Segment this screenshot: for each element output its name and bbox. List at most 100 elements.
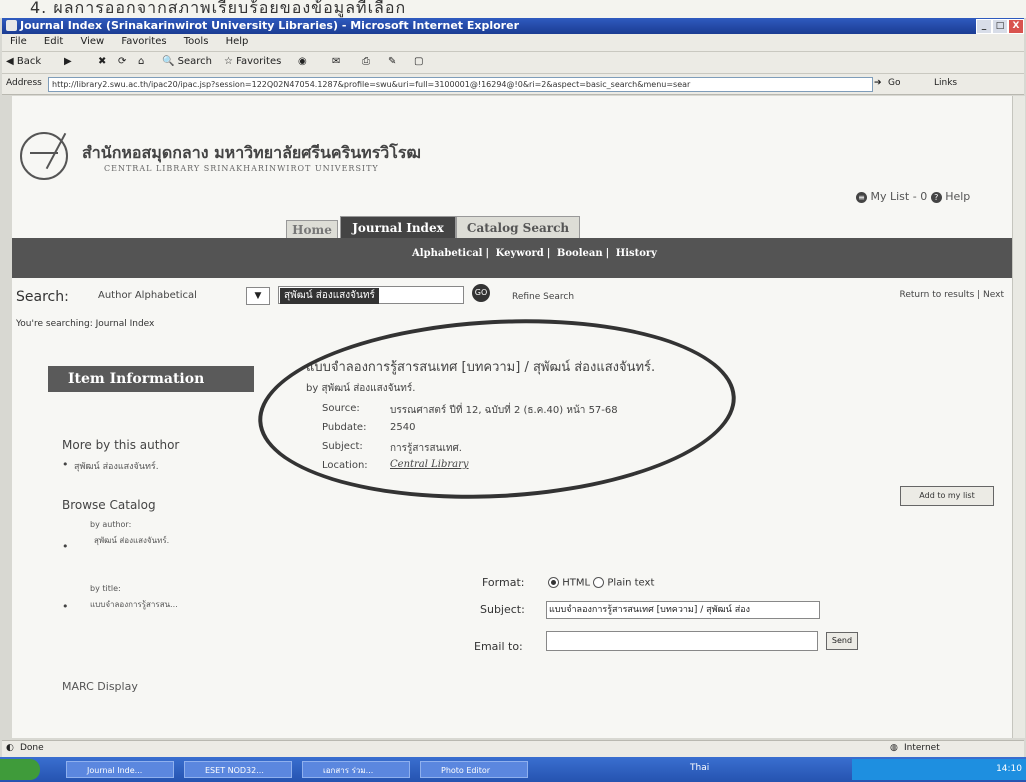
help-icon: ? [930, 191, 942, 203]
window-title: Journal Index (Srinakarinwirot Universit… [20, 19, 519, 32]
item-information-header: Item Information [48, 366, 254, 392]
star-icon: ☆ [224, 56, 233, 67]
back-label: Back [16, 56, 42, 67]
go-arrow-icon[interactable]: ➔ [874, 78, 882, 88]
mail-icon[interactable]: ✉ [332, 56, 340, 67]
edit-icon[interactable]: ✎ [388, 56, 396, 67]
stop-icon[interactable]: ✖ [98, 56, 106, 67]
start-button[interactable] [0, 759, 40, 780]
back-button[interactable]: ◀ Back [6, 56, 41, 67]
search-icon: 🔍 [162, 56, 175, 67]
nav-alphabetical[interactable]: Alphabetical [412, 248, 482, 259]
maximize-button[interactable]: □ [992, 19, 1008, 34]
status-bar: ◐ Done ◍ Internet [2, 740, 1024, 757]
search-input[interactable]: สุพัฒน์ ส่องแสงจันทร์ [278, 286, 464, 304]
menu-favorites[interactable]: Favorites [121, 36, 166, 47]
language-indicator[interactable]: Thai [690, 763, 709, 773]
searching-context: You're searching: Journal Index [16, 319, 155, 329]
system-tray: 14:10 [852, 759, 1026, 780]
taskbar: Journal Inde... ESET NOD32... เอกสาร ร่ว… [0, 757, 1026, 782]
back-arrow-icon: ◀ [6, 56, 14, 67]
send-button[interactable]: Send [826, 632, 858, 650]
search-go-button[interactable]: GO [472, 284, 490, 302]
zone-text: Internet [904, 743, 940, 753]
bullet: • [62, 458, 69, 471]
address-bar: Address http://library2.swu.ac.th/ipac20… [2, 73, 1024, 95]
browse-title-link[interactable]: แบบจำลองการรู้สารสน... [90, 598, 178, 611]
bullet: • [62, 540, 69, 553]
return-to-results-link[interactable]: Return to results [899, 290, 974, 300]
chevron-down-icon: ▼ [254, 291, 262, 301]
search-button[interactable]: 🔍 Search [162, 56, 212, 67]
vertical-scrollbar[interactable] [1012, 96, 1025, 738]
help-label[interactable]: Help [945, 190, 970, 203]
task-eset[interactable]: ESET NOD32... [184, 761, 292, 778]
minimize-button[interactable]: _ [976, 19, 992, 34]
globe-icon: ◍ [890, 743, 898, 753]
email-subject-input[interactable]: แบบจำลองการรู้สารสนเทศ [บทความ] / สุพัฒน… [546, 601, 820, 619]
my-list-link[interactable]: ≡ My List - 0 ? Help [856, 190, 970, 203]
format-plain-label: Plain text [607, 577, 655, 589]
links-label[interactable]: Links [934, 78, 957, 88]
next-link[interactable]: Next [983, 290, 1004, 300]
menu-bar: File Edit View Favorites Tools Help [2, 34, 1024, 51]
menu-view[interactable]: View [80, 36, 104, 47]
ie-icon [6, 20, 17, 31]
menu-tools[interactable]: Tools [184, 36, 209, 47]
email-to-label: Email to: [474, 640, 523, 653]
return-navigation: Return to results | Next [899, 290, 1004, 300]
marc-display-link[interactable]: MARC Display [62, 680, 138, 693]
format-html-radio[interactable] [548, 577, 559, 588]
page-caption: 4. ผลการออกจากสภาพเรียบร้อยของข้อมูลที่เ… [0, 0, 1026, 18]
search-toolbar-label: Search [177, 56, 212, 67]
favorites-button[interactable]: ☆ Favorites [224, 56, 281, 67]
my-list-label: My List - 0 [870, 190, 928, 203]
by-title-label: by title: [90, 584, 121, 593]
refresh-icon[interactable]: ⟳ [118, 56, 126, 67]
discuss-icon[interactable]: ▢ [414, 56, 423, 67]
nav-keyword[interactable]: Keyword [496, 248, 544, 259]
browser-toolbar: ◀ Back ▶ ✖ ⟳ ⌂ 🔍 Search ☆ Favorites ◉ ✉ … [2, 51, 1024, 74]
nav-boolean[interactable]: Boolean [557, 248, 603, 259]
address-go-button[interactable]: Go [888, 78, 900, 88]
menu-help[interactable]: Help [226, 36, 249, 47]
menu-edit[interactable]: Edit [44, 36, 63, 47]
more-by-author-link[interactable]: สุพัฒน์ ส่องแสงจันทร์. [74, 459, 159, 473]
refine-search-link[interactable]: Refine Search [512, 292, 574, 302]
tab-journal-index[interactable]: Journal Index [340, 216, 456, 239]
tab-catalog-search[interactable]: Catalog Search [456, 216, 580, 239]
library-name-thai: สำนักหอสมุดกลาง มหาวิทยาลัยศรีนครินทรวิโ… [82, 143, 421, 162]
list-icon: ≡ [856, 191, 867, 203]
format-label: Format: [482, 576, 525, 589]
sub-navigation-bar: Alphabetical | Keyword | Boolean | History [12, 238, 1012, 278]
search-type-value: Author Alphabetical [98, 290, 197, 301]
search-input-text: สุพัฒน์ ส่องแสงจันทร์ [280, 288, 379, 304]
address-input[interactable]: http://library2.swu.ac.th/ipac20/ipac.js… [48, 77, 873, 92]
favorites-label: Favorites [236, 56, 282, 67]
status-text: Done [20, 743, 44, 753]
add-to-my-list-button[interactable]: Add to my list [900, 486, 994, 506]
address-label: Address [6, 78, 42, 88]
close-button[interactable]: X [1008, 19, 1024, 34]
format-plain-radio[interactable] [593, 577, 605, 588]
task-document[interactable]: เอกสาร ร่วม... [302, 761, 410, 778]
more-by-author-heading: More by this author [62, 438, 180, 452]
print-icon[interactable]: ⎙ [362, 56, 370, 67]
search-type-dropdown[interactable]: ▼ [246, 287, 270, 305]
email-to-input[interactable] [546, 631, 818, 651]
email-subject-label: Subject: [480, 603, 525, 616]
media-icon[interactable]: ◉ [298, 56, 307, 67]
tab-home[interactable]: Home [286, 220, 338, 239]
forward-button[interactable]: ▶ [64, 56, 72, 67]
task-journal-index[interactable]: Journal Inde... [66, 761, 174, 778]
by-author-label: by author: [90, 520, 132, 529]
home-icon[interactable]: ⌂ [138, 56, 144, 67]
logo-stroke [30, 152, 58, 154]
browse-author-link[interactable]: สุพัฒน์ ส่องแสงจันทร์. [94, 534, 169, 547]
nav-history[interactable]: History [616, 248, 657, 259]
page-done-icon: ◐ [6, 743, 14, 753]
menu-file[interactable]: File [10, 36, 27, 47]
task-photo-editor[interactable]: Photo Editor [420, 761, 528, 778]
library-name-en: CENTRAL LIBRARY SRINAKHARINWIROT UNIVERS… [104, 164, 379, 173]
format-options: HTML Plain text [548, 577, 654, 589]
